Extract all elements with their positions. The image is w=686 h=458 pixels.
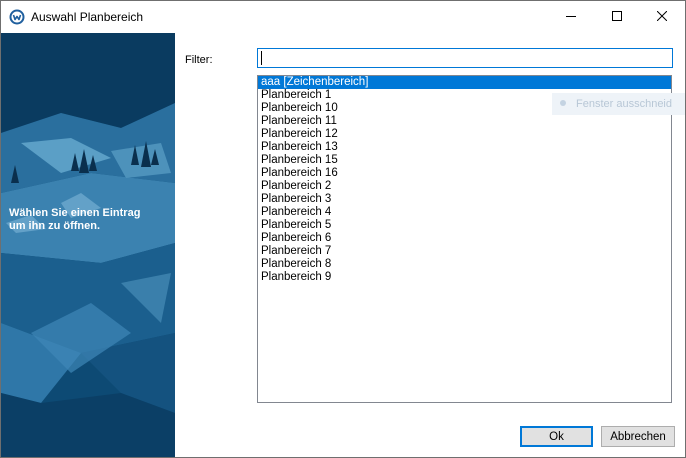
close-button[interactable] bbox=[639, 1, 685, 31]
list-item[interactable]: Planbereich 5 bbox=[258, 219, 671, 232]
ok-button[interactable]: Ok bbox=[520, 426, 593, 447]
close-icon bbox=[657, 11, 667, 21]
side-banner: Wählen Sie einen Eintrag um ihn zu öffne… bbox=[1, 33, 175, 457]
list-item[interactable]: Planbereich 12 bbox=[258, 128, 671, 141]
list-item[interactable]: Planbereich 9 bbox=[258, 271, 671, 284]
maximize-button[interactable] bbox=[594, 1, 640, 31]
list-item[interactable]: Planbereich 6 bbox=[258, 232, 671, 245]
side-instruction-line2: um ihn zu öffnen. bbox=[9, 220, 101, 232]
text-caret bbox=[261, 51, 262, 65]
minimize-button[interactable] bbox=[548, 1, 594, 31]
background-window-fragment: Fenster ausschneid bbox=[552, 93, 685, 115]
dialog-window: Auswahl Planbereich Wählen Sie einen Ein… bbox=[0, 0, 686, 458]
list-item[interactable]: Planbereich 13 bbox=[258, 141, 671, 154]
list-item[interactable]: Planbereich 7 bbox=[258, 245, 671, 258]
list-item[interactable]: Planbereich 4 bbox=[258, 206, 671, 219]
background-window-text: Fenster ausschneid bbox=[576, 98, 672, 110]
minimize-icon bbox=[566, 16, 576, 17]
bullet-icon bbox=[560, 100, 566, 106]
list-item[interactable]: Planbereich 8 bbox=[258, 258, 671, 271]
list-item[interactable]: Planbereich 3 bbox=[258, 193, 671, 206]
planbereich-listbox[interactable]: aaa [Zeichenbereich] Planbereich 1 Planber… bbox=[257, 75, 672, 403]
cancel-button[interactable]: Abbrechen bbox=[601, 426, 675, 447]
title-bar[interactable]: Auswahl Planbereich bbox=[1, 1, 685, 33]
side-instruction: Wählen Sie einen Eintrag um ihn zu öffne… bbox=[9, 207, 173, 233]
list-item[interactable]: Planbereich 15 bbox=[258, 154, 671, 167]
list-item[interactable]: Planbereich 16 bbox=[258, 167, 671, 180]
filter-label: Filter: bbox=[185, 54, 213, 66]
banner-landscape-image bbox=[1, 33, 175, 457]
maximize-icon bbox=[612, 11, 622, 21]
list-item[interactable]: aaa [Zeichenbereich] bbox=[258, 76, 671, 89]
list-item[interactable]: Planbereich 11 bbox=[258, 115, 671, 128]
app-logo-icon bbox=[9, 9, 25, 25]
list-item[interactable]: Planbereich 2 bbox=[258, 180, 671, 193]
filter-input[interactable] bbox=[257, 48, 673, 68]
side-instruction-line1: Wählen Sie einen Eintrag bbox=[9, 207, 141, 219]
window-title: Auswahl Planbereich bbox=[31, 10, 144, 24]
